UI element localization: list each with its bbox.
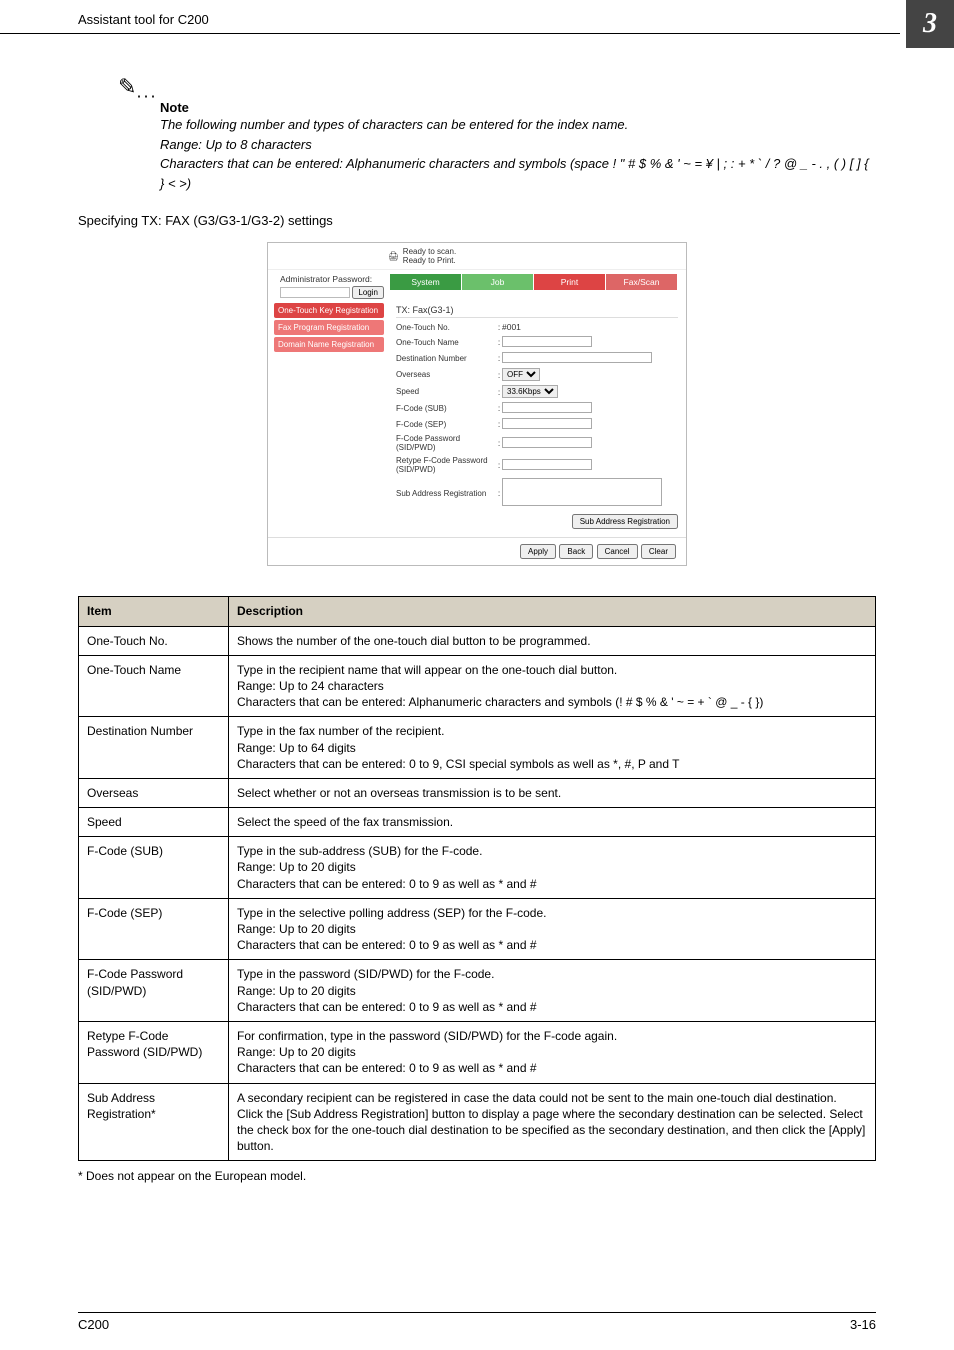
table-row: One-Touch NameType in the recipient name… — [79, 655, 876, 717]
table-row: Retype F-Code Password (SID/PWD)For conf… — [79, 1021, 876, 1083]
status-print: Ready to Print. — [403, 256, 456, 265]
side-nav: One-Touch Key Registration Fax Program R… — [268, 299, 386, 358]
input-destination-number[interactable] — [502, 352, 652, 363]
form-footer-buttons: Apply Back Cancel Clear — [268, 537, 686, 565]
label-one-touch-no: One-Touch No. — [396, 323, 496, 332]
label-speed: Speed — [396, 387, 496, 396]
table-head-item: Item — [79, 597, 229, 626]
tab-bar: System Job Print Fax/Scan — [390, 274, 678, 290]
label-fcode-pwd: F-Code Password (SID/PWD) — [396, 434, 496, 452]
label-destination-number: Destination Number — [396, 354, 496, 363]
clear-button[interactable]: Clear — [641, 544, 676, 559]
footer-page-number: 3-16 — [850, 1317, 876, 1332]
label-one-touch-name: One-Touch Name — [396, 338, 496, 347]
note-title: Note — [160, 100, 876, 115]
table-cell-item: F-Code (SUB) — [79, 837, 229, 899]
page-footer: C200 3-16 — [78, 1312, 876, 1332]
nav-domain-name[interactable]: Domain Name Registration — [274, 337, 384, 352]
note-body: The following number and types of charac… — [160, 115, 876, 193]
description-table: Item Description One-Touch No.Shows the … — [78, 596, 876, 1161]
table-cell-description: Type in the password (SID/PWD) for the F… — [229, 960, 876, 1022]
table-cell-description: Type in the selective polling address (S… — [229, 898, 876, 960]
nav-one-touch-key[interactable]: One-Touch Key Registration — [274, 303, 384, 318]
admin-password-label: Administrator Password: — [280, 274, 390, 284]
table-row: One-Touch No.Shows the number of the one… — [79, 626, 876, 655]
note-icon-row: ✎... — [78, 74, 876, 102]
input-fcode-pwd[interactable] — [502, 437, 592, 448]
table-row: Sub Address Registration*A secondary rec… — [79, 1083, 876, 1161]
form-body: TX: Fax(G3-1) One-Touch No. : #001 One-T… — [392, 299, 686, 537]
table-row: F-Code (SUB)Type in the sub-address (SUB… — [79, 837, 876, 899]
label-sub-address: Sub Address Registration — [396, 489, 496, 498]
nav-fax-program[interactable]: Fax Program Registration — [274, 320, 384, 335]
tab-job[interactable]: Job — [462, 274, 534, 290]
table-row: Destination NumberType in the fax number… — [79, 717, 876, 779]
back-button[interactable]: Back — [559, 544, 593, 559]
table-row: F-Code Password (SID/PWD)Type in the pas… — [79, 960, 876, 1022]
value-one-touch-no: #001 — [502, 322, 678, 332]
login-button[interactable]: Login — [352, 286, 384, 299]
input-fcode-sep[interactable] — [502, 418, 592, 429]
tab-system[interactable]: System — [390, 274, 462, 290]
table-row: OverseasSelect whether or not an oversea… — [79, 778, 876, 807]
table-cell-description: Type in the recipient name that will app… — [229, 655, 876, 717]
table-cell-description: Type in the fax number of the recipient.… — [229, 717, 876, 779]
label-overseas: Overseas — [396, 370, 496, 379]
status-scan: Ready to scan. — [403, 247, 456, 256]
note-block: Note The following number and types of c… — [160, 100, 876, 193]
table-cell-item: Retype F-Code Password (SID/PWD) — [79, 1021, 229, 1083]
form-title: TX: Fax(G3-1) — [396, 305, 678, 318]
ellipsis-icon: ... — [136, 81, 157, 101]
note-line-3: Characters that can be entered: Alphanum… — [160, 156, 869, 191]
table-cell-item: F-Code Password (SID/PWD) — [79, 960, 229, 1022]
status-bar: 🖨 Ready to scan. Ready to Print. — [268, 243, 686, 270]
footer-model: C200 — [78, 1317, 109, 1332]
table-cell-description: Select the speed of the fax transmission… — [229, 808, 876, 837]
select-overseas[interactable]: OFF — [502, 368, 540, 381]
page-header: Assistant tool for C200 — [0, 0, 900, 34]
table-cell-item: F-Code (SEP) — [79, 898, 229, 960]
table-cell-item: One-Touch No. — [79, 626, 229, 655]
table-row: F-Code (SEP)Type in the selective pollin… — [79, 898, 876, 960]
table-cell-description: Type in the sub-address (SUB) for the F-… — [229, 837, 876, 899]
pencil-icon: ✎ — [118, 74, 136, 100]
note-line-2: Range: Up to 8 characters — [160, 137, 312, 152]
table-cell-item: Sub Address Registration* — [79, 1083, 229, 1161]
table-cell-item: Overseas — [79, 778, 229, 807]
sub-address-registration-button[interactable]: Sub Address Registration — [572, 514, 678, 529]
label-retype-fcode-pwd: Retype F-Code Password (SID/PWD) — [396, 456, 496, 474]
header-title: Assistant tool for C200 — [78, 12, 209, 27]
table-cell-description: Shows the number of the one-touch dial b… — [229, 626, 876, 655]
note-line-1: The following number and types of charac… — [160, 117, 628, 132]
table-cell-description: A secondary recipient can be registered … — [229, 1083, 876, 1161]
table-row: SpeedSelect the speed of the fax transmi… — [79, 808, 876, 837]
input-fcode-sub[interactable] — [502, 402, 592, 413]
settings-screenshot: 🖨 Ready to scan. Ready to Print. Adminis… — [267, 242, 687, 566]
table-head-description: Description — [229, 597, 876, 626]
table-cell-description: For confirmation, type in the password (… — [229, 1021, 876, 1083]
label-fcode-sub: F-Code (SUB) — [396, 404, 496, 413]
footnote: * Does not appear on the European model. — [78, 1169, 876, 1183]
admin-password-input[interactable] — [280, 287, 350, 298]
textarea-sub-address[interactable] — [502, 478, 662, 506]
select-speed[interactable]: 33.6Kbps — [502, 385, 558, 398]
input-one-touch-name[interactable] — [502, 336, 592, 347]
table-cell-item: Speed — [79, 808, 229, 837]
tab-faxscan[interactable]: Fax/Scan — [606, 274, 678, 290]
tab-print[interactable]: Print — [534, 274, 606, 290]
label-fcode-sep: F-Code (SEP) — [396, 420, 496, 429]
apply-button[interactable]: Apply — [520, 544, 556, 559]
printer-icon: 🖨 — [388, 251, 399, 262]
page-corner-number: 3 — [906, 0, 954, 48]
section-heading: Specifying TX: FAX (G3/G3-1/G3-2) settin… — [78, 213, 876, 228]
table-cell-item: Destination Number — [79, 717, 229, 779]
cancel-button[interactable]: Cancel — [597, 544, 638, 559]
admin-login-area: Administrator Password: Login — [280, 274, 390, 299]
input-retype-fcode-pwd[interactable] — [502, 459, 592, 470]
table-cell-description: Select whether or not an overseas transm… — [229, 778, 876, 807]
table-cell-item: One-Touch Name — [79, 655, 229, 717]
